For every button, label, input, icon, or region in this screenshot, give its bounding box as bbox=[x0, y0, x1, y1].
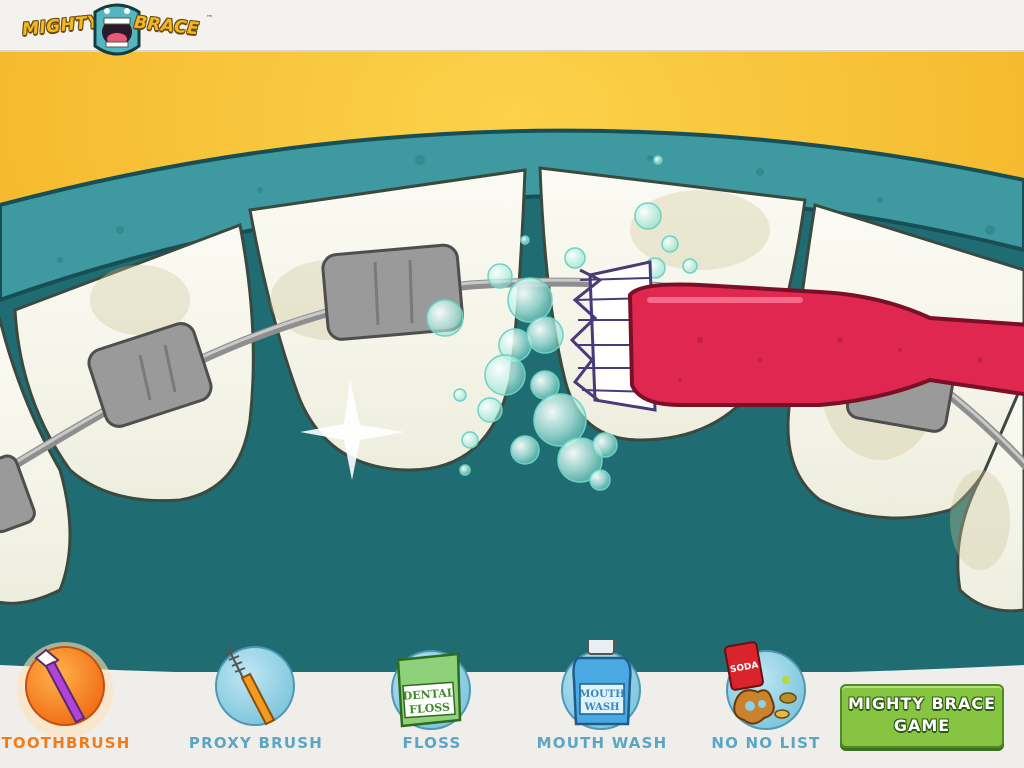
svg-text:WASH: WASH bbox=[583, 702, 619, 713]
tool-label-no-no-list: NO NO LIST bbox=[711, 734, 821, 752]
floss-box-icon: DENTAL FLOSS bbox=[391, 650, 471, 730]
svg-text:MOUTH: MOUTH bbox=[579, 689, 624, 700]
game-button-label-line2: GAME bbox=[893, 716, 951, 735]
mouthwash-bottle-icon: MOUTH WASH bbox=[561, 640, 641, 730]
tool-toothbrush[interactable]: TOOTHBRUSH bbox=[1, 640, 129, 760]
toothbrush-icon bbox=[17, 642, 113, 738]
tool-no-no-list[interactable]: SODA NO NO LIST bbox=[706, 640, 826, 760]
mighty-brace-game-button[interactable]: MIGHTY BRACE GAME bbox=[840, 684, 1004, 748]
junk-food-icon: SODA bbox=[724, 641, 806, 730]
mighty-brace-logo[interactable]: MIGHTY BRACE ™ bbox=[14, 2, 214, 58]
tool-floss[interactable]: DENTAL FLOSS FLOSS bbox=[372, 640, 492, 760]
tool-mouth-wash[interactable]: MOUTH WASH MOUTH WASH bbox=[537, 640, 666, 760]
tool-proxy-brush[interactable]: PROXY BRUSH bbox=[189, 640, 322, 760]
tool-label-toothbrush: TOOTHBRUSH bbox=[1, 734, 131, 752]
top-bar: MIGHTY BRACE ™ bbox=[0, 0, 1024, 56]
game-button-label-line1: MIGHTY BRACE bbox=[847, 694, 997, 713]
proxy-brush-icon bbox=[215, 646, 295, 726]
tool-label-mouth-wash: MOUTH WASH bbox=[536, 734, 668, 752]
mouth-scene[interactable] bbox=[0, 0, 1024, 768]
trademark-symbol: ™ bbox=[206, 14, 213, 22]
logo-text-right: BRACE bbox=[133, 12, 201, 40]
logo-text-left: MIGHTY bbox=[21, 11, 102, 41]
tool-label-floss: FLOSS bbox=[402, 734, 462, 752]
tool-label-proxy-brush: PROXY BRUSH bbox=[188, 734, 324, 752]
